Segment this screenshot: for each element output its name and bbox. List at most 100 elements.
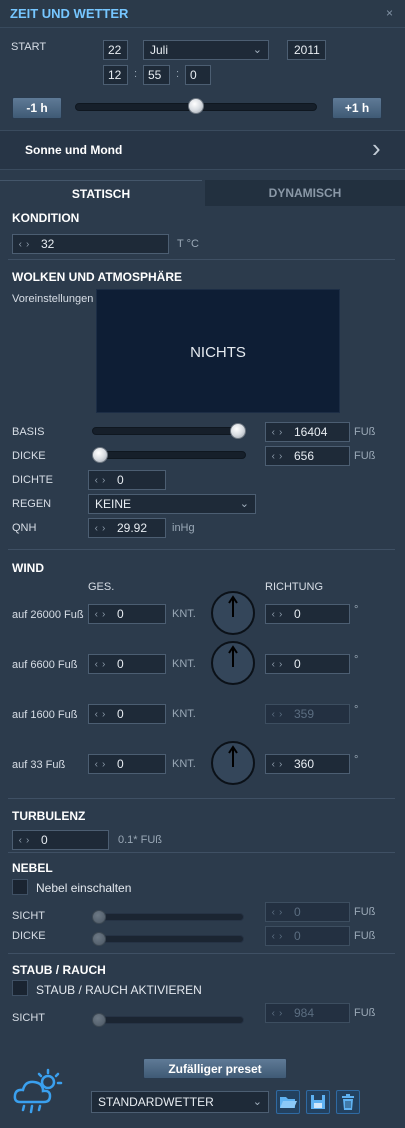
spin-arrows-icon[interactable]: ‹›	[266, 659, 292, 670]
cloud-preset-preview[interactable]: NICHTS	[96, 289, 340, 413]
month-select[interactable]: Juli ⌄	[143, 40, 269, 60]
spin-arrows-icon[interactable]: ‹›	[266, 451, 292, 462]
wind-speed-field[interactable]: ‹› 0	[88, 604, 166, 624]
dust-enable-label: STAUB / RAUCH AKTIVIEREN	[36, 983, 202, 997]
dust-title: STAUB / RAUCH	[12, 963, 106, 977]
spin-arrows-icon[interactable]: ‹›	[89, 659, 115, 670]
clouds-title: WOLKEN UND ATMOSPHÄRE	[12, 270, 182, 284]
random-preset-button[interactable]: Zufälliger preset	[143, 1058, 287, 1079]
spin-arrows-icon[interactable]: ‹›	[13, 835, 39, 846]
spin-arrows-icon[interactable]: ‹›	[266, 759, 292, 770]
time-slider-thumb[interactable]	[188, 98, 204, 114]
tab-static[interactable]: STATISCH	[0, 180, 202, 206]
wind-direction-dial[interactable]	[211, 591, 255, 635]
thickness-label: DICKE	[12, 450, 46, 462]
spin-arrows-icon[interactable]: ‹›	[266, 609, 292, 620]
wind-arrow-icon	[228, 745, 238, 767]
second-field[interactable]: 0	[185, 65, 211, 85]
spin-arrows-icon[interactable]: ‹›	[89, 609, 115, 620]
wind-direction-field[interactable]: ‹› 360	[265, 754, 350, 774]
fog-visibility-field: ‹› 0	[265, 902, 350, 922]
preset-select[interactable]: STANDARDWETTER ⌄	[91, 1091, 269, 1113]
wind-direction-unit: °	[354, 704, 359, 716]
dust-visibility-slider-track	[92, 1016, 244, 1024]
dust-enable-checkbox[interactable]	[12, 980, 28, 996]
sun-moon-row[interactable]: Sonne und Mond ›	[0, 130, 405, 170]
minute-field[interactable]: 55	[143, 65, 170, 85]
rain-select[interactable]: KEINE ⌄	[88, 494, 256, 514]
temperature-field[interactable]: ‹› 32	[12, 234, 169, 254]
dust-visibility-label: SICHT	[12, 1012, 45, 1024]
wind-direction-value: 360	[294, 757, 315, 771]
qnh-field[interactable]: ‹› 29.92	[88, 518, 166, 538]
day-field[interactable]: 22	[103, 40, 128, 60]
spin-arrows-icon: ‹›	[271, 906, 287, 918]
wind-direction-value: 359	[294, 707, 315, 721]
preset-select-value: STANDARDWETTER	[98, 1095, 214, 1109]
chevron-down-icon: ⌄	[239, 498, 249, 510]
time-separator: :	[134, 68, 138, 80]
year-field[interactable]: 2011	[287, 40, 326, 60]
thickness-field[interactable]: ‹› 656	[265, 446, 350, 466]
base-label: BASIS	[12, 426, 45, 438]
density-label: DICHTE	[12, 474, 53, 486]
base-slider-thumb[interactable]	[230, 423, 246, 439]
fog-thickness-field: ‹› 0	[265, 926, 350, 946]
spin-arrows-icon[interactable]: ‹›	[89, 709, 115, 720]
close-icon[interactable]: ×	[386, 6, 393, 20]
wind-direction-unit: °	[354, 604, 359, 616]
turbulence-title: TURBULENZ	[12, 809, 86, 823]
temperature-value: 32	[41, 237, 55, 251]
tab-dynamic[interactable]: DYNAMISCH	[205, 180, 405, 206]
wind-direction-field[interactable]: ‹› 0	[265, 604, 350, 624]
folder-open-icon[interactable]	[276, 1090, 300, 1114]
wind-direction-field[interactable]: ‹› 0	[265, 654, 350, 674]
spin-arrows-icon: ‹›	[271, 930, 287, 942]
spin-arrows-icon[interactable]: ‹›	[89, 523, 115, 534]
trash-icon[interactable]	[336, 1090, 360, 1114]
divider	[8, 549, 395, 550]
rain-value: KEINE	[95, 497, 132, 511]
wind-speed-field[interactable]: ‹› 0	[88, 654, 166, 674]
thickness-slider-track[interactable]	[92, 451, 246, 459]
wind-speed-field[interactable]: ‹› 0	[88, 754, 166, 774]
wind-direction-value: 0	[294, 607, 301, 621]
minus-hour-button[interactable]: -1 h	[12, 97, 62, 119]
save-icon[interactable]	[306, 1090, 330, 1114]
turbulence-value: 0	[41, 833, 48, 847]
fog-thickness-slider-thumb	[92, 932, 106, 946]
wind-speed-field[interactable]: ‹› 0	[88, 704, 166, 724]
turbulence-field[interactable]: ‹› 0	[12, 830, 109, 850]
hour-field[interactable]: 12	[103, 65, 128, 85]
spin-arrows-icon[interactable]: ‹›	[89, 759, 115, 770]
thickness-slider-thumb[interactable]	[92, 447, 108, 463]
plus-hour-button[interactable]: +1 h	[332, 97, 382, 119]
divider	[8, 953, 395, 954]
fog-visibility-label: SICHT	[12, 910, 45, 922]
wind-arrow-icon	[228, 645, 238, 667]
spin-arrows-icon: ‹›	[271, 1007, 287, 1019]
fog-enable-checkbox[interactable]	[12, 879, 28, 895]
spin-arrows-icon[interactable]: ‹›	[13, 239, 39, 250]
wind-speed-unit: KNT.	[172, 608, 196, 620]
wind-altitude-label: auf 26000 Fuß	[12, 609, 84, 621]
divider	[8, 852, 395, 853]
base-field[interactable]: ‹› 16404	[265, 422, 350, 442]
spin-arrows-icon[interactable]: ‹›	[89, 475, 115, 486]
fog-visibility-unit: FUß	[354, 906, 376, 918]
wind-direction-dial[interactable]	[211, 741, 255, 785]
title-bar: ZEIT UND WETTER ×	[0, 0, 405, 28]
wind-speed-unit: KNT.	[172, 658, 196, 670]
spin-arrows-icon[interactable]: ‹›	[266, 427, 292, 438]
wind-speed-header: GES.	[88, 581, 115, 593]
wind-speed-unit: KNT.	[172, 758, 196, 770]
wind-title: WIND	[12, 561, 44, 575]
wind-direction-dial[interactable]	[211, 641, 255, 685]
wind-direction-value: 0	[294, 657, 301, 671]
wind-altitude-label: auf 6600 Fuß	[12, 659, 78, 671]
divider	[8, 259, 395, 260]
dust-visibility-field: ‹› 984	[265, 1003, 350, 1023]
base-unit: FUß	[354, 426, 376, 438]
base-slider-track[interactable]	[92, 427, 246, 435]
density-field[interactable]: ‹› 0	[88, 470, 166, 490]
